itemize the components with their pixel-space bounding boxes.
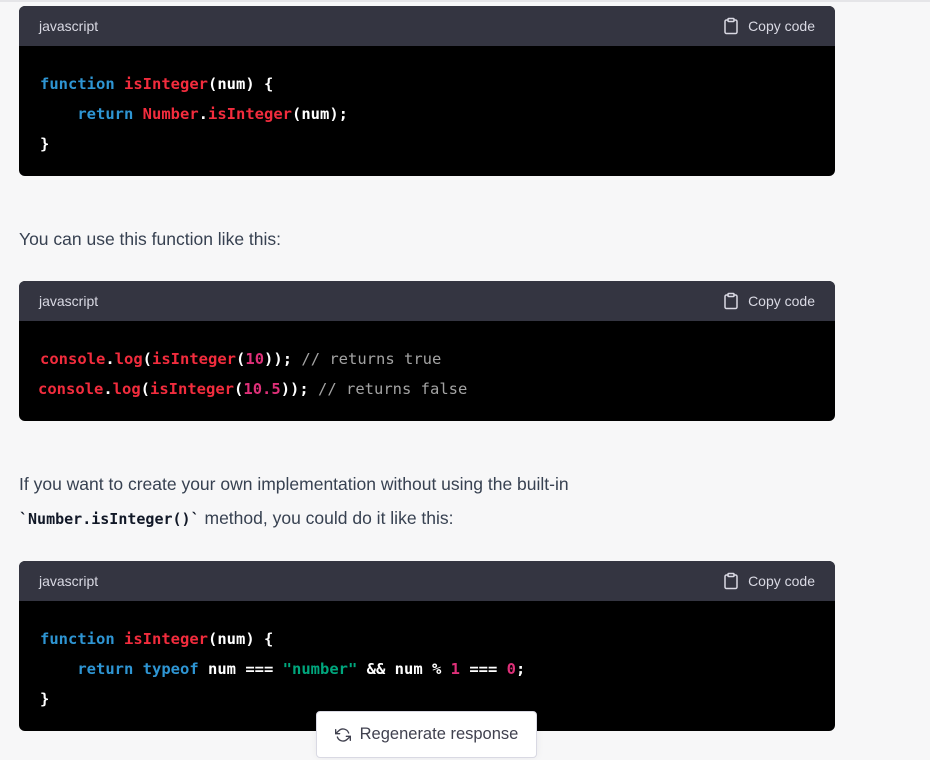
code-token: } [40, 690, 50, 708]
inline-code: `Number.isInteger()` [19, 510, 200, 528]
code-token: return [77, 660, 134, 678]
code-content: console.log(isInteger(10)); // returns t… [19, 321, 835, 404]
clipboard-icon [724, 17, 738, 35]
copy-code-button[interactable]: Copy code [722, 17, 815, 35]
code-token: isInteger [208, 105, 293, 123]
clipboard-icon [724, 292, 738, 310]
code-token: isInteger [152, 350, 237, 368]
code-block-1: javascript Copy code function isInteger(… [19, 6, 835, 176]
clipboard-icon [724, 572, 738, 590]
code-language-label: javascript [39, 18, 99, 34]
code-token: console [38, 380, 104, 398]
code-language-label: javascript [39, 573, 99, 589]
copy-code-label: Copy code [748, 18, 815, 34]
code-token: num === [198, 660, 283, 678]
code-token: ( [142, 350, 153, 368]
code-token: )); [280, 380, 319, 398]
code-token: "number" [282, 660, 358, 678]
code-token: isInteger [150, 380, 235, 398]
code-header: javascript Copy code [19, 6, 835, 46]
code-block-3: javascript Copy code function isInteger(… [19, 561, 835, 731]
code-header: javascript Copy code [19, 561, 835, 601]
copy-code-label: Copy code [748, 293, 815, 309]
code-token: ; [516, 660, 526, 678]
code-content: function isInteger(num) { return typeof … [19, 601, 835, 714]
code-token: ( [234, 380, 244, 398]
code-token: && num % [357, 660, 451, 678]
code-token: log [112, 380, 141, 398]
code-token: )); [264, 350, 302, 368]
code-header: javascript Copy code [19, 281, 835, 321]
code-token: function [40, 630, 115, 648]
regenerate-response-label: Regenerate response [359, 725, 519, 743]
copy-code-label: Copy code [748, 573, 815, 589]
code-token: (num) { [208, 75, 274, 93]
code-token: . [103, 380, 113, 398]
code-token: isInteger [124, 75, 208, 93]
code-token: } [40, 135, 50, 153]
code-token: (num) { [208, 630, 274, 648]
copy-code-button[interactable]: Copy code [722, 292, 815, 310]
code-token: return [77, 105, 134, 123]
paragraph-2-rest: method, you could do it like this: [199, 508, 454, 528]
paragraph-1: You can use this function like this: [19, 229, 282, 249]
code-block-2: javascript Copy code console.log(isInteg… [19, 281, 835, 421]
regenerate-response-button[interactable]: Regenerate response [316, 711, 537, 758]
code-token: 10.5 [243, 380, 281, 398]
code-token: 1 [450, 660, 460, 678]
code-token: === [460, 660, 507, 678]
code-comment: // returns true [301, 350, 442, 368]
paragraph-2-line-1: If you want to create your own implement… [19, 474, 569, 494]
code-token: Number [142, 105, 199, 123]
code-token: isInteger [124, 630, 208, 648]
code-token: 10 [245, 350, 265, 368]
code-comment: // returns false [318, 380, 468, 398]
top-divider [0, 0, 930, 2]
code-token: ( [236, 350, 246, 368]
code-token: function [40, 75, 115, 93]
code-token: 0 [506, 660, 517, 678]
code-token: (num); [292, 105, 349, 123]
copy-code-button[interactable]: Copy code [722, 572, 815, 590]
code-language-label: javascript [39, 293, 99, 309]
code-token: typeof [142, 660, 199, 678]
refresh-icon [334, 727, 351, 742]
code-token: . [198, 105, 209, 123]
code-content: function isInteger(num) { return Number.… [19, 46, 835, 159]
code-token: log [114, 350, 143, 368]
code-token: console [40, 350, 106, 368]
code-token: . [105, 350, 115, 368]
paragraph-2-line-2: `Number.isInteger()` method, you could d… [19, 508, 454, 529]
code-token: ( [140, 380, 151, 398]
